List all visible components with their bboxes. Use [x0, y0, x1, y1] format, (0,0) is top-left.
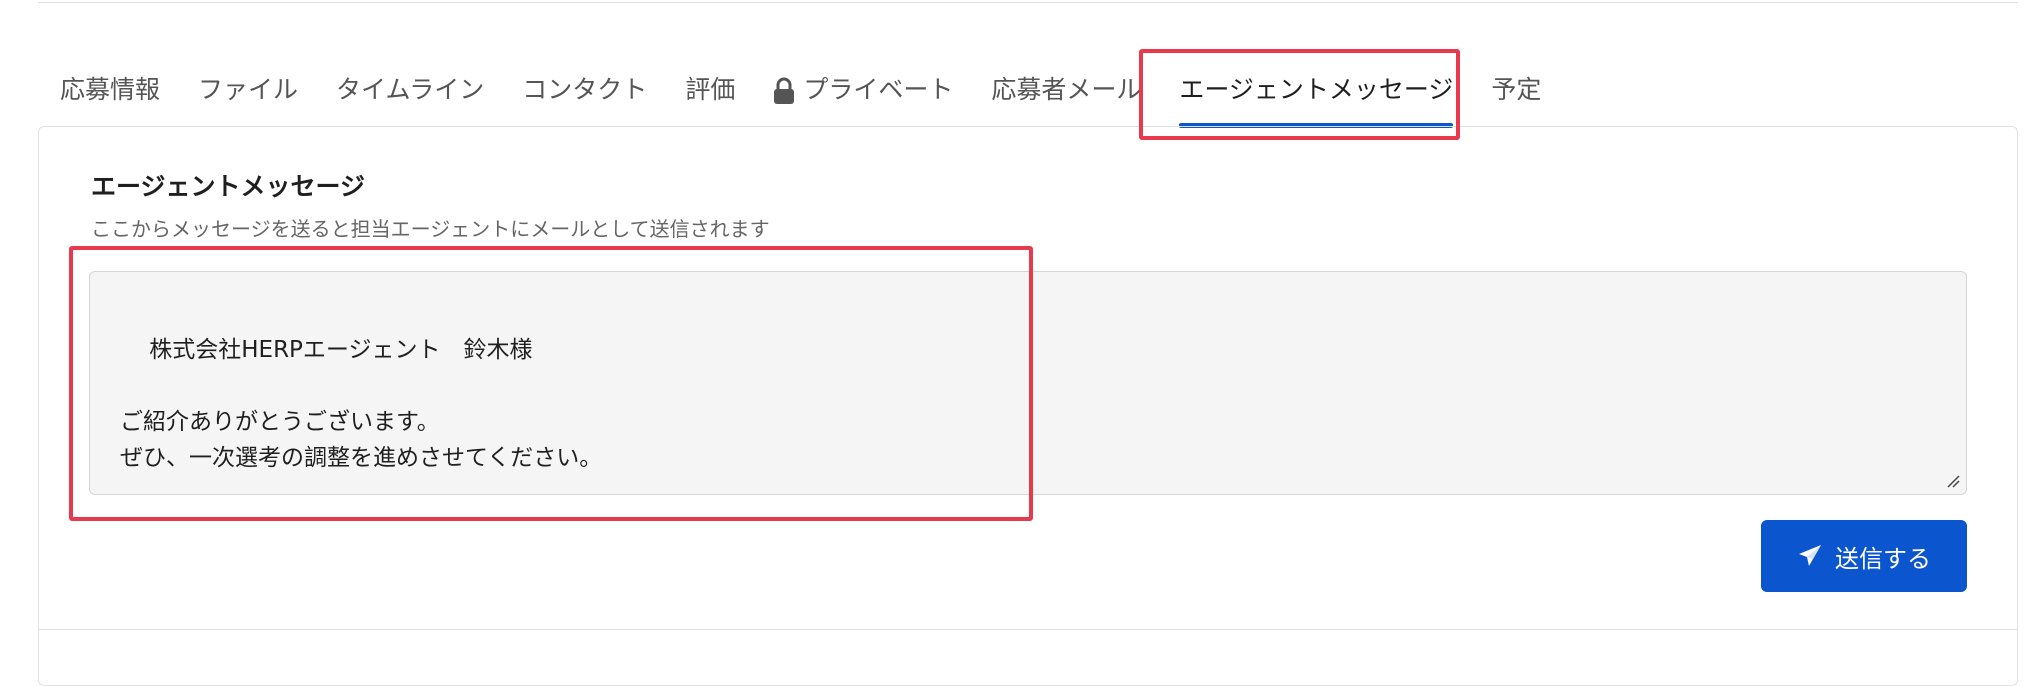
lock-icon [774, 77, 795, 104]
top-card-border [38, 0, 2018, 3]
tab-label: 応募情報 [60, 75, 161, 104]
tab-label: ファイル [198, 75, 299, 104]
tab-label: プライベート [803, 75, 954, 104]
tab-evaluation[interactable]: 評価 [685, 58, 735, 132]
tab-application-info[interactable]: 応募情報 [60, 58, 160, 132]
tab-agent-message[interactable]: エージェントメッセージ [1179, 58, 1454, 132]
tab-private[interactable]: プライベート [773, 58, 953, 132]
tab-label: 評価 [685, 75, 736, 104]
tab-schedule[interactable]: 予定 [1491, 58, 1541, 132]
agent-message-panel: エージェントメッセージ ここからメッセージを送ると担当エージェントにメールとして… [38, 126, 2018, 686]
send-button[interactable]: 送信する [1761, 520, 1967, 592]
panel-divider [39, 629, 2017, 630]
message-text: 株式会社HERPエージェント 鈴木様 ご紹介ありがとうございます。 ぜひ、一次選… [120, 337, 603, 471]
tab-bar: 応募情報 ファイル タイムライン コンタクト 評価 プライベート 応募者メール … [60, 58, 1579, 132]
tab-contact[interactable]: コンタクト [522, 58, 647, 132]
tab-timeline[interactable]: タイムライン [336, 58, 484, 132]
message-textarea[interactable]: 株式会社HERPエージェント 鈴木様 ご紹介ありがとうございます。 ぜひ、一次選… [89, 271, 1967, 495]
paper-plane-icon [1799, 545, 1821, 566]
tab-label: タイムライン [336, 75, 485, 104]
panel-title: エージェントメッセージ [91, 172, 366, 201]
tab-files[interactable]: ファイル [198, 58, 298, 132]
panel-description: ここからメッセージを送ると担当エージェントにメールとして送信されます [91, 217, 770, 241]
send-button-label: 送信する [1835, 544, 1931, 573]
tab-label: エージェントメッセージ [1179, 75, 1454, 104]
tab-label: コンタクト [522, 75, 648, 104]
tab-applicant-mail[interactable]: 応募者メール [991, 58, 1141, 132]
tab-label: 応募者メール [991, 75, 1142, 104]
resize-handle-icon[interactable] [1946, 474, 1960, 488]
tab-label: 予定 [1491, 75, 1542, 104]
